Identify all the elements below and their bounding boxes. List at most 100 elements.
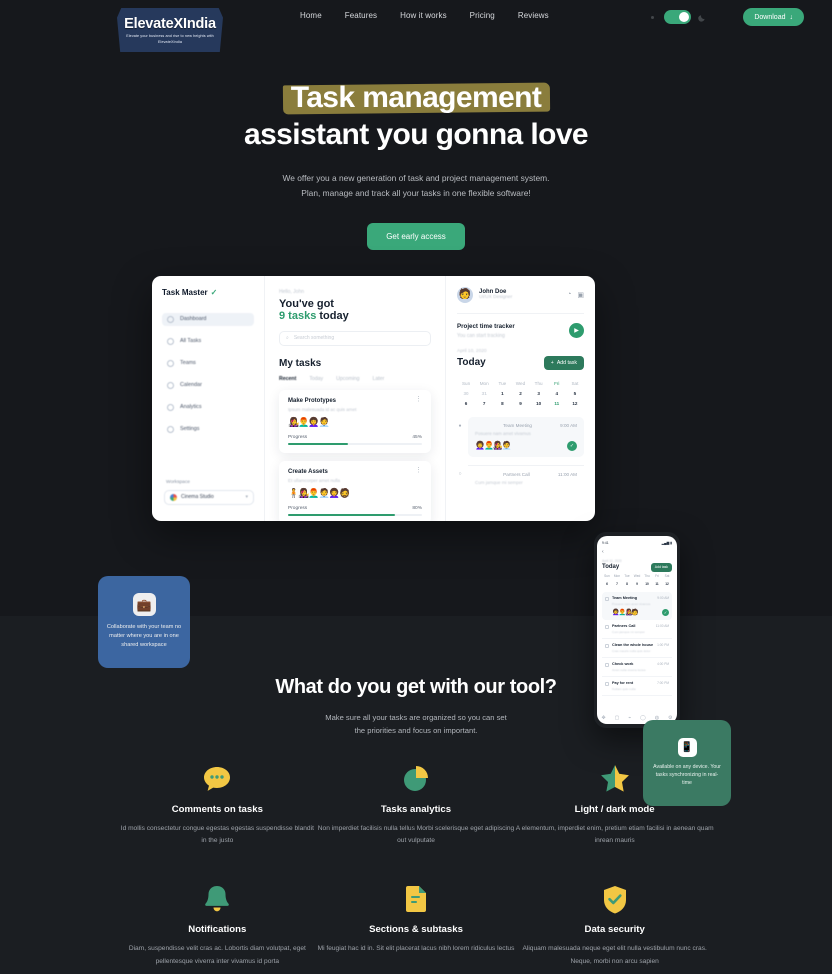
task-progress-row: Progress 80% xyxy=(288,506,422,511)
mock-main-panel: Hello, John You've got 9 tasks today ⌕ S… xyxy=(264,275,445,521)
message-icon[interactable]: ▣ xyxy=(577,291,584,299)
checkbox-icon[interactable] xyxy=(605,643,609,648)
chat-icon[interactable]: ▢ xyxy=(615,715,620,721)
sun-icon xyxy=(648,13,657,22)
task-card[interactable]: ⋮ Create Assets Et ullamcorper amet null… xyxy=(279,460,431,521)
cal-date[interactable]: 10 xyxy=(642,580,652,588)
cal-date[interactable]: 10 xyxy=(530,399,548,409)
cal-date[interactable]: 6 xyxy=(602,580,612,588)
document-icon xyxy=(317,882,516,916)
notification-bell-icon[interactable]: ◔ xyxy=(567,291,571,299)
task-desc: Et ullamcorper amet nulla xyxy=(288,477,341,483)
phone-item-done-icon[interactable]: ✓ xyxy=(662,608,669,616)
cal-date[interactable]: 31 xyxy=(475,389,493,399)
cal-date[interactable]: 4 xyxy=(548,389,566,399)
phone-date: April 10, 2020 xyxy=(602,558,622,563)
brand-logo[interactable]: ElevateXIndia Elevate your business and … xyxy=(117,8,223,52)
feature-card-security: Data security Aliquam malesuada neque eg… xyxy=(515,882,714,969)
chart-icon[interactable]: ⌁ xyxy=(628,715,631,721)
cal-date[interactable]: 30 xyxy=(457,389,475,399)
clock-icon[interactable]: ◯ xyxy=(640,715,646,721)
profile-row[interactable]: 🧑 John Doe UI/UX Designer ◔ ▣ xyxy=(457,286,584,303)
cal-date[interactable]: 2 xyxy=(511,389,529,399)
cal-date[interactable]: 9 xyxy=(632,580,642,588)
cal-date-selected[interactable]: 11 xyxy=(548,399,566,409)
event-item[interactable]: ○ Partners Call 11:00 AM Cum jamque mi s… xyxy=(457,464,584,491)
phone-list-item[interactable]: Partners Call 11:00 AM Cum jamque mi sem… xyxy=(602,620,672,639)
sidebar-item-settings[interactable]: Settings xyxy=(162,423,254,436)
tab-later[interactable]: Later xyxy=(373,376,385,382)
event-title-row: Team Meeting 9:00 AM xyxy=(475,423,577,428)
cal-day: Tue xyxy=(498,381,507,387)
phone-list-item[interactable]: Clean the whole house 1:00 PM Cras mauri… xyxy=(602,639,672,658)
checkbox-icon[interactable] xyxy=(605,681,609,686)
nav-item-reviews[interactable]: Reviews xyxy=(518,11,549,20)
event-done-icon[interactable]: ✓ xyxy=(567,440,577,451)
get-early-access-button[interactable]: Get early access xyxy=(367,222,465,250)
cal-date[interactable]: 7 xyxy=(612,580,622,588)
nav-item-home[interactable]: Home xyxy=(300,11,322,20)
cal-date[interactable]: 1 xyxy=(493,389,511,399)
nav-item-features[interactable]: Features xyxy=(345,11,377,20)
phone-item-title-row: Clean the whole house 1:00 PM xyxy=(612,643,669,647)
cal-date[interactable]: 8 xyxy=(622,580,632,588)
workspace-selector[interactable]: Cinema Studio ▾ xyxy=(164,489,254,505)
cal-date[interactable]: 9 xyxy=(511,399,529,409)
cal-date[interactable]: 5 xyxy=(566,389,584,399)
tab-recent[interactable]: Recent xyxy=(279,376,296,382)
sidebar-item-teams[interactable]: Teams xyxy=(162,357,254,370)
phone-list-item[interactable]: Pay for rent 7:00 PM Nullam quis nulla xyxy=(602,677,672,696)
features-sub-line1: Make sure all your tasks are organized s… xyxy=(325,713,507,722)
checkbox-icon[interactable] xyxy=(605,596,609,601)
nav-item-pricing[interactable]: Pricing xyxy=(470,11,495,20)
mock-greeting: Hello, John xyxy=(279,288,305,295)
mock-search-input[interactable]: ⌕ Search something xyxy=(279,330,431,346)
cal-date[interactable]: 7 xyxy=(475,399,493,409)
phone-list-item[interactable]: Team Meeting 9:00 AM Posuere nam amet vi… xyxy=(602,591,672,620)
people-icon xyxy=(167,359,174,367)
progress-label: Progress xyxy=(288,505,308,511)
cal-date[interactable]: 11 xyxy=(652,580,662,588)
calendar-week-2: 6 7 8 9 10 11 12 xyxy=(457,399,584,409)
phone-back-icon[interactable]: ‹ xyxy=(602,549,672,555)
phone-item-desc: Amet nulla viverra lectus xyxy=(612,667,646,672)
tab-upcoming[interactable]: Upcoming xyxy=(336,376,359,382)
checkbox-icon[interactable] xyxy=(605,624,609,629)
download-button[interactable]: Download ↓ xyxy=(743,8,804,26)
cal-day: Thu xyxy=(644,573,650,578)
event-marker-icon: ● xyxy=(458,422,462,429)
checkbox-icon[interactable] xyxy=(605,662,609,667)
sidebar-item-calendar[interactable]: Calendar xyxy=(162,379,254,392)
sidebar-label: Settings xyxy=(180,426,200,433)
sidebar-item-all-tasks[interactable]: All Tasks xyxy=(162,335,254,348)
progress-bar xyxy=(288,442,422,445)
grid-icon[interactable]: ✥ xyxy=(601,715,605,721)
cal-date[interactable]: 12 xyxy=(662,580,672,588)
feature-title: Tasks analytics xyxy=(380,803,452,815)
cal-date[interactable]: 6 xyxy=(457,399,475,409)
briefcase-icon: 💼 xyxy=(132,593,156,617)
more-options-icon[interactable]: ⋮ xyxy=(415,467,422,474)
add-task-button[interactable]: + Add task xyxy=(543,355,584,370)
more-options-icon[interactable]: ⋮ xyxy=(415,396,422,403)
sidebar-item-dashboard[interactable]: Dashboard xyxy=(162,312,254,326)
sidebar-label: Teams xyxy=(180,360,196,367)
sidebar-item-analytics[interactable]: Analytics xyxy=(162,401,254,414)
avatar: 🧑 xyxy=(457,286,473,303)
tab-today[interactable]: Today xyxy=(309,376,323,382)
cal-date[interactable]: 3 xyxy=(530,389,548,399)
phone-task-list: Team Meeting 9:00 AM Posuere nam amet vi… xyxy=(602,591,672,696)
cal-date[interactable]: 12 xyxy=(566,399,584,409)
phone-add-task-button[interactable]: Add task xyxy=(650,562,672,572)
play-button[interactable]: ▶ xyxy=(569,323,584,339)
cal-date[interactable]: 8 xyxy=(493,399,511,409)
phone-list-item[interactable]: Check work 4:00 PM Amet nulla viverra le… xyxy=(602,658,672,677)
workspace-label: Workspace xyxy=(166,479,190,485)
download-label: Download xyxy=(754,13,786,21)
gear-icon xyxy=(167,425,174,433)
task-card[interactable]: ⋮ Make Prototypes Ipsum malesuada id ac … xyxy=(279,389,431,453)
comment-bubble-icon xyxy=(118,762,317,796)
theme-toggle[interactable] xyxy=(664,10,691,24)
nav-item-how-it-works[interactable]: How it works xyxy=(400,11,447,20)
event-item[interactable]: ● Team Meeting 9:00 AM Posuere nam amet … xyxy=(457,416,584,457)
